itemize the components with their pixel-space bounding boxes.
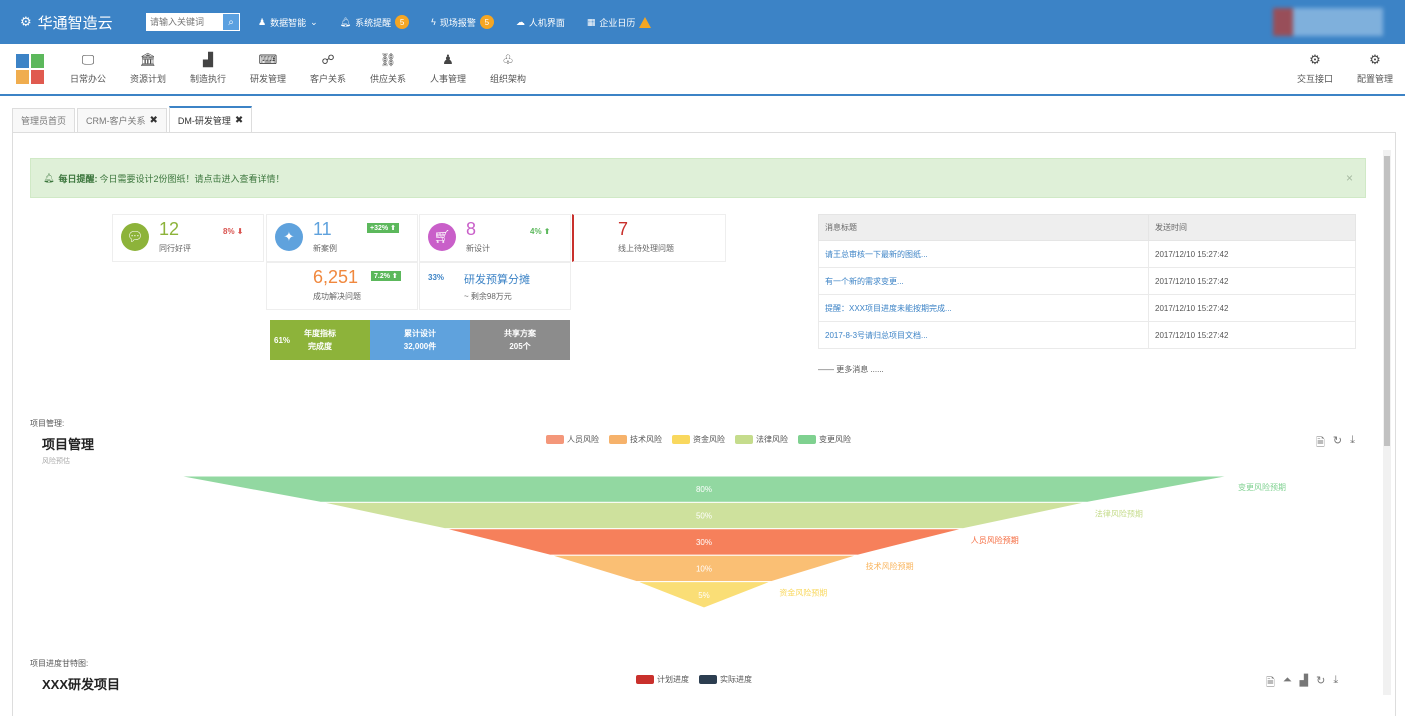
bar-chart-icon[interactable]: ▟ xyxy=(1300,674,1308,693)
funnel-value-label: 5% xyxy=(698,591,710,600)
funnel-value-label: 50% xyxy=(696,512,712,521)
legend-label: 实际进度 xyxy=(720,675,752,684)
legend-swatch xyxy=(699,675,717,684)
funnel-series-label: 资金风险预期 xyxy=(779,588,827,598)
funnel-value-label: 80% xyxy=(696,485,712,494)
section-label: 项目进度甘特图: xyxy=(30,659,89,668)
legend-swatch xyxy=(636,675,654,684)
funnel-series-label: 人员风险预期 xyxy=(971,535,1019,545)
legend-label: 计划进度 xyxy=(657,675,689,684)
gantt-legend: 计划进度 实际进度 xyxy=(636,674,752,685)
funnel-segment[interactable]: 10% 技术风险预期 xyxy=(550,554,914,583)
funnel-value-label: 30% xyxy=(696,538,712,547)
funnel-segment[interactable]: 80% 变更风险预期 xyxy=(177,475,1286,503)
download-icon[interactable]: ⤓ xyxy=(1333,674,1338,693)
chart-title: XXX研发项目 xyxy=(42,677,121,692)
gantt-toolbox: 🗎 ⏶ ▟ ↻ ⤓ xyxy=(1266,674,1338,693)
refresh-icon[interactable]: ↻ xyxy=(1316,674,1325,693)
funnel-segment[interactable]: 5% 资金风险预期 xyxy=(636,581,828,609)
funnel-series-label: 法律风险预期 xyxy=(1095,508,1143,518)
risk-funnel-chart: 80% 变更风险预期 50% 法律风险预期 30% 人员风险预期 10% 技术风险预期 5% 资金… xyxy=(177,475,1286,609)
funnel-value-label: 10% xyxy=(696,564,712,573)
funnel-series-label: 技术风险预期 xyxy=(866,561,914,571)
funnel-segment[interactable]: 50% 法律风险预期 xyxy=(320,501,1143,530)
data-view-icon[interactable]: 🗎 xyxy=(1266,674,1275,693)
funnel-series-label: 变更风险预期 xyxy=(1238,482,1286,492)
legend-item[interactable]: 计划进度 xyxy=(636,674,689,685)
legend-item[interactable]: 实际进度 xyxy=(699,674,752,685)
funnel-segment[interactable]: 30% 人员风险预期 xyxy=(445,528,1019,556)
line-chart-icon[interactable]: ⏶ xyxy=(1283,674,1292,693)
